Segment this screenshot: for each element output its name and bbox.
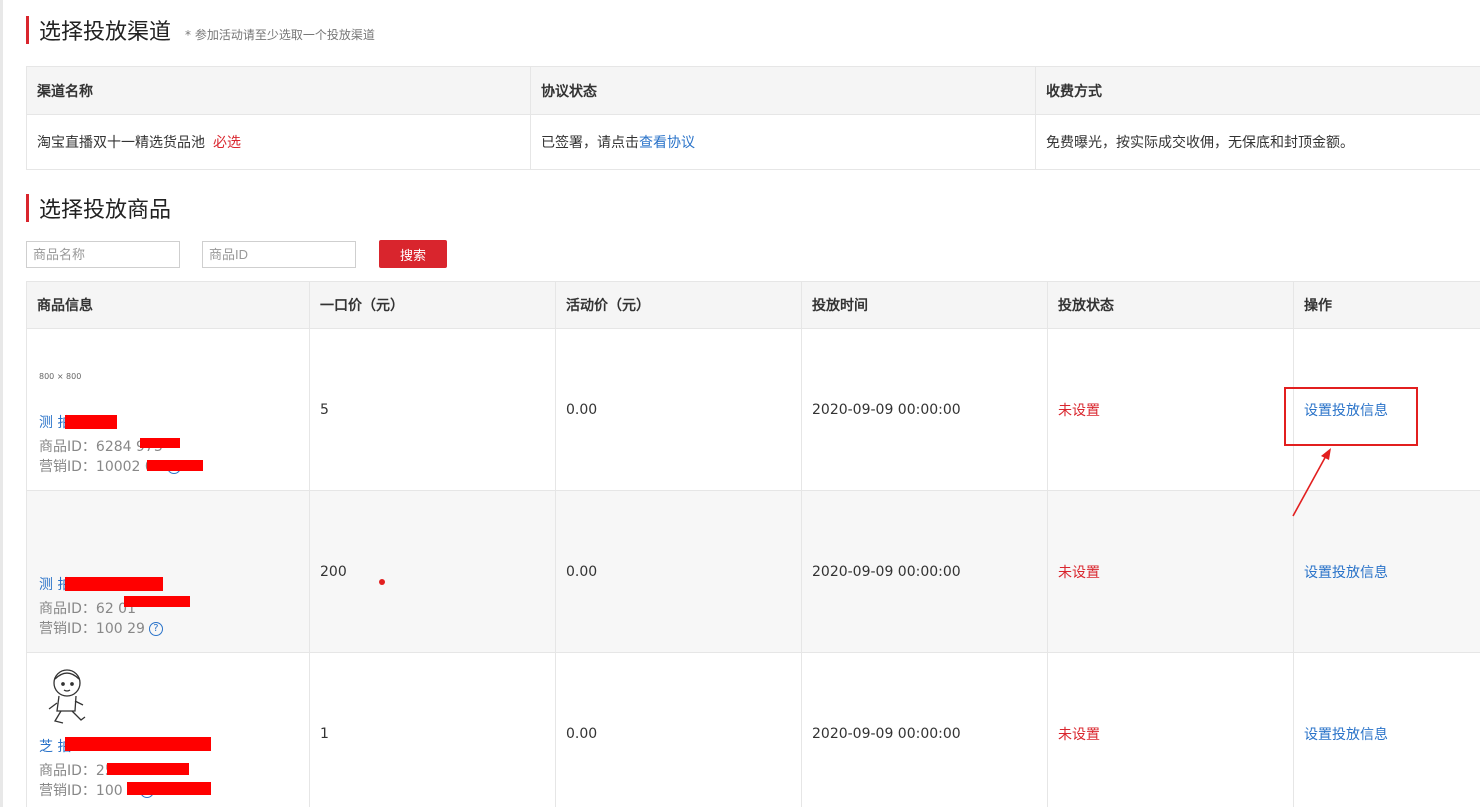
table-row: 800 × 800 测 拍 商品ID：6284 973 营销ID：10002 0… — [26, 328, 1480, 491]
status-cell: 未设置 — [1047, 328, 1294, 491]
channel-section-title: 选择投放渠道 — [39, 20, 172, 45]
header-status: 投放状态 — [1047, 281, 1294, 329]
redaction-mark — [65, 577, 163, 591]
header-price: 一口价（元） — [309, 281, 556, 329]
product-info-cell: 测 拍 商品ID：62 01 营销ID：100 29? — [26, 490, 310, 653]
action-cell: 设置投放信息 — [1293, 652, 1480, 807]
channel-name-cell: 淘宝直播双十一精选货品池 必选 — [26, 114, 531, 170]
table-row: 芝 拍 商品ID：25 营销ID：100 1? 1 0.00 2020-09-0… — [26, 652, 1480, 807]
header-action: 操作 — [1293, 281, 1480, 329]
annotation-arrow-icon — [1292, 448, 1331, 517]
table-row: 测 拍 商品ID：62 01 营销ID：100 29? 200 0.00 202… — [26, 490, 1480, 653]
header-time: 投放时间 — [801, 281, 1048, 329]
redaction-mark — [65, 415, 117, 429]
time-cell: 2020-09-09 00:00:00 — [801, 490, 1048, 653]
header-product-info: 商品信息 — [26, 281, 310, 329]
marketing-id-text: 营销ID：100 29? — [39, 618, 163, 638]
channel-section-hint: * 参加活动请至少选取一个投放渠道 — [185, 28, 375, 42]
product-info-cell: 800 × 800 测 拍 商品ID：6284 973 营销ID：10002 0… — [26, 328, 310, 491]
status-cell: 未设置 — [1047, 652, 1294, 807]
product-name-input[interactable] — [26, 240, 180, 268]
channel-row: 淘宝直播双十一精选货品池 必选 已签署，请点击查看协议 免费曝光，按实际成交收佣，… — [26, 114, 1480, 170]
activity-price-cell: 0.00 — [555, 490, 802, 653]
product-thumbnail: 800 × 800 — [39, 345, 115, 405]
product-id-label: 商品ID： — [39, 439, 96, 455]
price-cell: 5 — [309, 328, 556, 491]
help-icon[interactable]: ? — [148, 622, 163, 636]
channel-header-fee: 收费方式 — [1035, 66, 1480, 115]
cartoon-child-sketch-icon — [48, 669, 86, 724]
annotation-dot — [379, 579, 385, 585]
channel-table: 渠道名称 协议状态 收费方式 淘宝直播双十一精选货品池 必选 已签署，请点击查看协… — [26, 66, 1480, 170]
redaction-mark — [147, 460, 203, 471]
fee-cell: 免费曝光，按实际成交收佣，无保底和封顶金额。 — [1035, 114, 1480, 170]
marketing-id-label: 营销ID： — [39, 783, 96, 799]
thumbnail-size-label: 800 × 800 — [39, 372, 82, 381]
channel-header-name: 渠道名称 — [26, 66, 531, 115]
product-section-title: 选择投放商品 — [39, 198, 172, 223]
redaction-mark — [107, 763, 189, 775]
activity-price-cell: 0.00 — [555, 652, 802, 807]
set-delivery-info-link[interactable]: 设置投放信息 — [1304, 403, 1388, 419]
set-delivery-info-link[interactable]: 设置投放信息 — [1304, 565, 1388, 581]
channel-name: 淘宝直播双十一精选货品池 — [37, 135, 205, 151]
product-id-label: 商品ID： — [39, 601, 96, 617]
time-cell: 2020-09-09 00:00:00 — [801, 328, 1048, 491]
product-id-input[interactable] — [202, 240, 356, 268]
marketing-id-label: 营销ID： — [39, 459, 96, 475]
required-badge: 必选 — [213, 135, 241, 151]
section-accent-bar — [26, 194, 29, 222]
price-cell: 1 — [309, 652, 556, 807]
redaction-mark — [127, 782, 211, 795]
search-bar: 搜索 — [26, 240, 447, 268]
product-thumbnail — [45, 665, 121, 725]
section-accent-bar — [26, 16, 29, 44]
redaction-mark — [65, 737, 211, 751]
view-agreement-link[interactable]: 查看协议 — [639, 135, 695, 151]
channel-section-header: 选择投放渠道 * 参加活动请至少选取一个投放渠道 — [26, 14, 375, 46]
status-cell: 未设置 — [1047, 490, 1294, 653]
product-id-text: 商品ID：62 01 — [39, 598, 136, 618]
marketing-id-value: 100 29 — [95, 621, 145, 637]
search-button[interactable]: 搜索 — [379, 240, 447, 268]
price-cell: 200 — [309, 490, 556, 653]
time-cell: 2020-09-09 00:00:00 — [801, 652, 1048, 807]
left-border — [0, 0, 3, 807]
redaction-mark — [124, 596, 190, 607]
product-info-cell: 芝 拍 商品ID：25 营销ID：100 1? — [26, 652, 310, 807]
activity-price-cell: 0.00 — [555, 328, 802, 491]
agreement-status: 已签署，请点击 — [541, 135, 639, 151]
channel-header-agreement: 协议状态 — [530, 66, 1036, 115]
product-id-text: 商品ID：25 — [39, 760, 114, 780]
set-delivery-info-link[interactable]: 设置投放信息 — [1304, 727, 1388, 743]
marketing-id-label: 营销ID： — [39, 621, 96, 637]
product-table: 商品信息 一口价（元） 活动价（元） 投放时间 投放状态 操作 800 × 80… — [26, 281, 1480, 807]
redaction-mark — [140, 438, 180, 448]
product-id-label: 商品ID： — [39, 763, 96, 779]
product-section-header: 选择投放商品 — [26, 192, 171, 224]
header-activity-price: 活动价（元） — [555, 281, 802, 329]
agreement-cell: 已签署，请点击查看协议 — [530, 114, 1036, 170]
